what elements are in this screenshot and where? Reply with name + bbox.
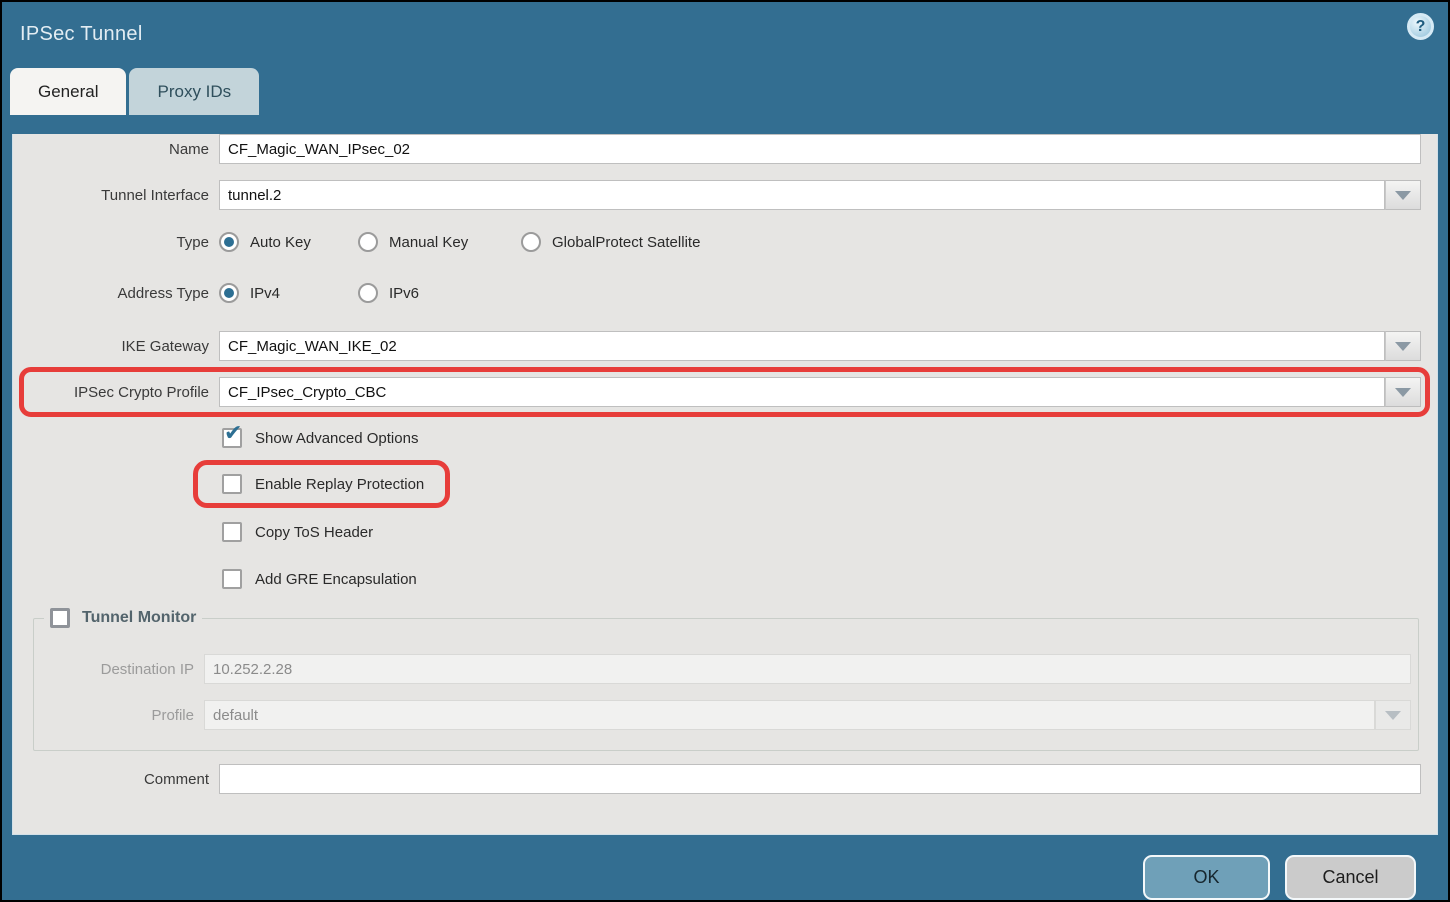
tunnel-monitor-label: Tunnel Monitor: [82, 609, 196, 627]
type-row: Type Auto Key Manual Key GlobalProtect S…: [13, 231, 1437, 253]
radio-option-label: Auto Key: [250, 234, 311, 251]
ike-gateway-label: IKE Gateway: [13, 338, 219, 355]
radio-icon: [521, 232, 541, 252]
tunnel-interface-input[interactable]: [219, 180, 1385, 210]
radio-option-ipv4[interactable]: IPv4: [219, 283, 358, 303]
ike-gateway-input[interactable]: [219, 331, 1385, 361]
radio-option-manual-key[interactable]: Manual Key: [358, 232, 521, 252]
ipsec-crypto-profile-control: [219, 377, 1421, 407]
comment-label: Comment: [13, 771, 219, 788]
ike-gateway-row: IKE Gateway: [13, 331, 1437, 361]
radio-option-globalprotect-satellite[interactable]: GlobalProtect Satellite: [521, 232, 700, 252]
tunnel-monitor-legend: Tunnel Monitor: [44, 608, 202, 628]
radio-option-ipv6[interactable]: IPv6: [358, 283, 419, 303]
add-gre-encapsulation-checkbox[interactable]: [222, 569, 242, 589]
name-row: Name: [13, 134, 1437, 164]
tunnel-interface-control: [219, 180, 1421, 210]
dialog-title: IPSec Tunnel: [20, 23, 143, 46]
copy-tos-header-option[interactable]: Copy ToS Header: [222, 522, 373, 542]
tunnel-monitor-checkbox[interactable]: [50, 608, 70, 628]
radio-selected-icon: [219, 283, 239, 303]
ok-button[interactable]: OK: [1143, 855, 1270, 900]
cancel-button[interactable]: Cancel: [1285, 855, 1416, 900]
enable-replay-protection-checkbox[interactable]: [222, 474, 242, 494]
name-input[interactable]: [219, 134, 1421, 164]
checkbox-label: Copy ToS Header: [255, 524, 373, 541]
ipsec-tunnel-dialog: IPSec Tunnel General Proxy IDs Name Tunn…: [0, 0, 1450, 902]
general-tab-panel: Name Tunnel Interface Type Auto Key: [12, 134, 1438, 835]
chevron-down-icon: [1395, 388, 1411, 397]
ipsec-crypto-profile-dropdown-button[interactable]: [1385, 377, 1421, 407]
radio-option-label: IPv4: [250, 285, 280, 302]
ipsec-crypto-profile-input[interactable]: [219, 377, 1385, 407]
destination-ip-label: Destination IP: [34, 661, 204, 678]
dialog-footer: OK Cancel: [2, 835, 1448, 902]
titlebar: IPSec Tunnel: [2, 2, 1448, 66]
checkbox-label: Add GRE Encapsulation: [255, 571, 417, 588]
profile-input: [204, 700, 1375, 730]
show-advanced-options-option[interactable]: Show Advanced Options: [222, 428, 418, 448]
comment-input[interactable]: [219, 764, 1421, 794]
radio-icon: [358, 232, 378, 252]
comment-control: [219, 764, 1421, 794]
tunnel-interface-dropdown-button[interactable]: [1385, 180, 1421, 210]
tab-general[interactable]: General: [10, 68, 126, 115]
help-icon[interactable]: [1407, 13, 1434, 40]
tunnel-interface-row: Tunnel Interface: [13, 180, 1437, 210]
copy-tos-header-row: Copy ToS Header: [222, 521, 1437, 543]
show-advanced-options-row: Show Advanced Options: [222, 427, 1437, 449]
address-type-label: Address Type: [13, 285, 219, 302]
destination-ip-input: [204, 654, 1411, 684]
copy-tos-header-checkbox[interactable]: [222, 522, 242, 542]
ipsec-crypto-profile-label: IPSec Crypto Profile: [13, 384, 219, 401]
radio-selected-icon: [219, 232, 239, 252]
add-gre-encapsulation-option[interactable]: Add GRE Encapsulation: [222, 569, 417, 589]
comment-row: Comment: [13, 764, 1437, 794]
profile-row: Profile: [34, 700, 1411, 730]
checkbox-label: Enable Replay Protection: [255, 476, 424, 493]
checkbox-label: Show Advanced Options: [255, 430, 418, 447]
ike-gateway-control: [219, 331, 1421, 361]
profile-dropdown-button: [1375, 700, 1411, 730]
chevron-down-icon: [1395, 191, 1411, 200]
ipsec-crypto-profile-row: IPSec Crypto Profile: [13, 377, 1437, 407]
radio-option-label: GlobalProtect Satellite: [552, 234, 700, 251]
show-advanced-options-checkbox[interactable]: [222, 428, 242, 448]
radio-option-label: Manual Key: [389, 234, 468, 251]
name-label: Name: [13, 141, 219, 158]
enable-replay-protection-option[interactable]: Enable Replay Protection: [222, 474, 424, 494]
tunnel-monitor-group: Tunnel Monitor Destination IP Profile: [33, 608, 1419, 751]
type-label: Type: [13, 234, 219, 251]
name-control: [219, 134, 1421, 164]
address-type-row: Address Type IPv4 IPv6: [13, 282, 1437, 304]
tab-bar: General Proxy IDs: [2, 66, 1448, 115]
radio-option-auto-key[interactable]: Auto Key: [219, 232, 358, 252]
destination-ip-control: [204, 654, 1411, 684]
chevron-down-icon: [1385, 711, 1401, 720]
tunnel-interface-label: Tunnel Interface: [13, 187, 219, 204]
ike-gateway-dropdown-button[interactable]: [1385, 331, 1421, 361]
add-gre-encapsulation-row: Add GRE Encapsulation: [222, 568, 1437, 590]
profile-control: [204, 700, 1411, 730]
destination-ip-row: Destination IP: [34, 654, 1411, 684]
radio-icon: [358, 283, 378, 303]
type-radio-group: Auto Key Manual Key GlobalProtect Satell…: [219, 232, 1421, 252]
chevron-down-icon: [1395, 342, 1411, 351]
profile-label: Profile: [34, 707, 204, 724]
radio-option-label: IPv6: [389, 285, 419, 302]
tab-proxy-ids[interactable]: Proxy IDs: [129, 68, 259, 115]
enable-replay-protection-row: Enable Replay Protection: [222, 473, 1437, 495]
address-type-radio-group: IPv4 IPv6: [219, 283, 1421, 303]
